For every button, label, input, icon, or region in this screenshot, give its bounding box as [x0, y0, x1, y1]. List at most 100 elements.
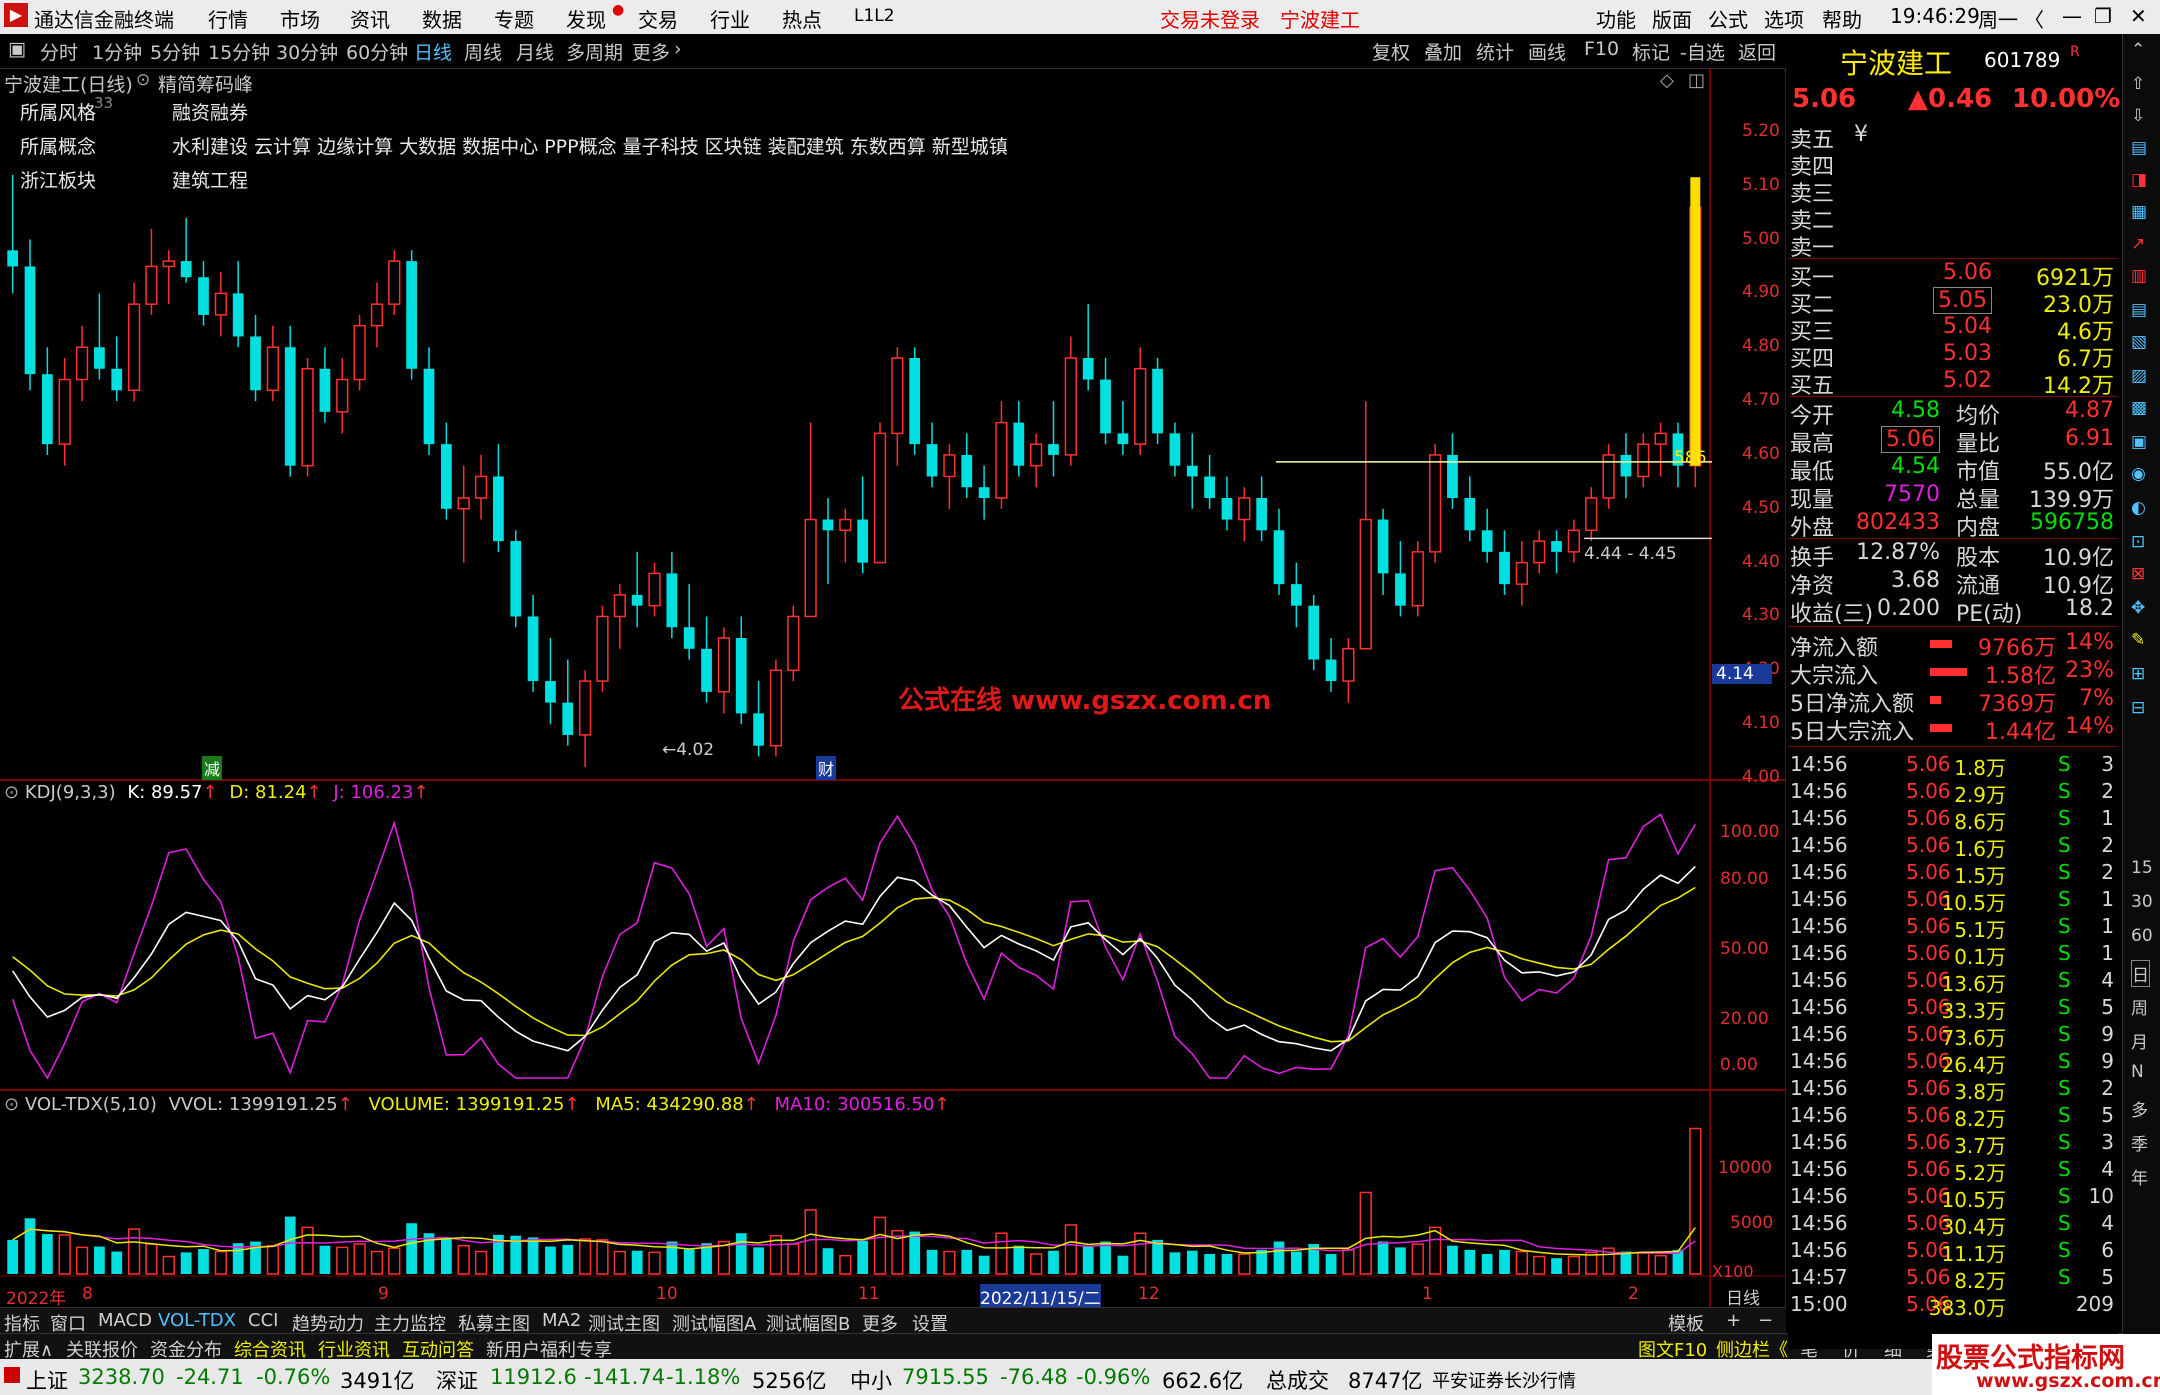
menu-item[interactable]: 交易: [638, 4, 678, 33]
tick-row[interactable]: 14:56 5.06 26.4万 S 9: [1788, 1049, 2118, 1077]
event-marker[interactable]: 减: [202, 756, 223, 780]
menu-item[interactable]: L1L2: [854, 6, 895, 26]
tick-row[interactable]: 14:56 5.06 10.5万 S 10: [1788, 1184, 2118, 1212]
index-name[interactable]: 中小: [850, 1365, 892, 1395]
indicator-tab[interactable]: VOL-TDX: [158, 1310, 236, 1331]
tool-icon[interactable]: ⊡: [2131, 532, 2145, 552]
tool-button[interactable]: 返回: [1738, 38, 1776, 65]
tool-icon[interactable]: ▤: [2131, 138, 2147, 158]
period-shortcut[interactable]: 30: [2131, 892, 2153, 912]
tick-row[interactable]: 14:56 5.06 1.8万 S 3: [1788, 752, 2118, 780]
tick-row[interactable]: 14:56 5.06 13.6万 S 4: [1788, 968, 2118, 996]
menu-item[interactable]: 市场: [280, 4, 320, 33]
tool-button[interactable]: 画线: [1528, 38, 1566, 65]
period-tab[interactable]: 多周期: [566, 38, 623, 65]
indicator-tab[interactable]: CCI: [248, 1310, 278, 1331]
tick-row[interactable]: 14:56 5.06 3.7万 S 3: [1788, 1130, 2118, 1158]
index-name[interactable]: 上证: [26, 1365, 68, 1395]
expand-icon[interactable]: ⌃: [2131, 40, 2145, 60]
menu-item[interactable]: 资讯: [350, 4, 390, 33]
tool-icon[interactable]: ⊞: [2131, 664, 2145, 684]
menu-item[interactable]: 公式: [1708, 4, 1748, 33]
tool-button[interactable]: 复权: [1372, 38, 1410, 65]
tick-row[interactable]: 15:00 5.06 383.0万 209: [1788, 1292, 2118, 1320]
ask-row[interactable]: 卖一: [1788, 230, 2118, 261]
circle-icon[interactable]: ⊙: [4, 782, 19, 803]
tool-icon[interactable]: ✥: [2131, 598, 2145, 618]
trade-status[interactable]: 交易未登录: [1160, 4, 1260, 33]
period-tab[interactable]: 30分钟: [276, 38, 338, 65]
chevron-right-icon[interactable]: ›: [674, 38, 682, 60]
broker-name[interactable]: 平安证券长沙行情: [1432, 1367, 1576, 1393]
zoom-in-icon[interactable]: +: [1726, 1310, 1741, 1331]
menu-item[interactable]: 行情: [208, 4, 248, 33]
tick-row[interactable]: 14:56 5.06 10.5万 S 1: [1788, 887, 2118, 915]
stat-row[interactable]: 换手 12.87% 股本 10.9亿: [1788, 540, 2118, 571]
tick-row[interactable]: 14:56 5.06 8.2万 S 5: [1788, 1103, 2118, 1131]
indicator-tab[interactable]: MACD: [98, 1310, 152, 1331]
tool-icon[interactable]: ▥: [2131, 266, 2147, 286]
tick-row[interactable]: 14:56 5.06 1.6万 S 2: [1788, 833, 2118, 861]
tool-button[interactable]: 叠加: [1424, 38, 1462, 65]
tick-row[interactable]: 14:56 5.06 3.8万 S 2: [1788, 1076, 2118, 1104]
period-shortcut[interactable]: 日: [2131, 960, 2150, 987]
period-shortcut[interactable]: 年: [2131, 1164, 2148, 1189]
tool-icon[interactable]: ◐: [2131, 498, 2146, 518]
event-marker[interactable]: 财: [816, 756, 837, 780]
layout-icon[interactable]: ▣: [8, 38, 26, 60]
tool-icon[interactable]: ▤: [2131, 300, 2147, 320]
tool-icon[interactable]: ⊠: [2131, 564, 2145, 584]
period-tab[interactable]: 月线: [516, 38, 554, 65]
menu-item[interactable]: 帮助: [1822, 4, 1862, 33]
tool-button[interactable]: -自选: [1680, 38, 1725, 65]
menu-item[interactable]: 热点: [782, 4, 822, 33]
ask-row[interactable]: 卖五 ¥: [1788, 122, 2118, 153]
tool-button[interactable]: F10: [1584, 38, 1619, 60]
period-tab[interactable]: 1分钟: [92, 38, 142, 65]
tool-button[interactable]: 标记: [1632, 38, 1670, 65]
menu-item[interactable]: 版面: [1652, 4, 1692, 33]
ask-row[interactable]: 卖四: [1788, 149, 2118, 180]
up-icon[interactable]: ⇧: [2131, 74, 2145, 94]
tool-icon[interactable]: ◨: [2131, 170, 2147, 190]
period-shortcut[interactable]: 多: [2131, 1096, 2148, 1121]
period-tab[interactable]: 15分钟: [208, 38, 270, 65]
bid-row[interactable]: 买五 5.02 14.2万: [1788, 368, 2118, 399]
tick-row[interactable]: 14:56 5.06 73.6万 S 9: [1788, 1022, 2118, 1050]
stat-row[interactable]: 最低 4.54 市值 55.0亿: [1788, 454, 2118, 485]
tick-row[interactable]: 14:56 5.06 30.4万 S 4: [1788, 1211, 2118, 1239]
ask-row[interactable]: 卖二: [1788, 203, 2118, 234]
stat-row[interactable]: 净资 3.68 流通 10.9亿: [1788, 568, 2118, 599]
price-chart[interactable]: [0, 68, 1786, 1311]
tool-icon[interactable]: ▧: [2131, 332, 2147, 352]
tool-icon[interactable]: ⊟: [2131, 698, 2145, 718]
menu-item[interactable]: 行业: [710, 4, 750, 33]
bid-row[interactable]: 买三 5.04 4.6万: [1788, 314, 2118, 345]
tick-row[interactable]: 14:56 5.06 0.1万 S 1: [1788, 941, 2118, 969]
tick-row[interactable]: 14:56 5.06 2.9万 S 2: [1788, 779, 2118, 807]
tool-icon[interactable]: ▩: [2131, 398, 2147, 418]
tool-icon[interactable]: ▨: [2131, 366, 2147, 386]
restore-icon[interactable]: ❐: [2094, 4, 2112, 28]
tick-row[interactable]: 14:56 5.06 5.1万 S 1: [1788, 914, 2118, 942]
period-tab[interactable]: 更多: [632, 38, 670, 65]
menu-item[interactable]: 功能: [1596, 4, 1636, 33]
stat-row[interactable]: 今开 4.58 均价 4.87: [1788, 398, 2118, 429]
chart-icon[interactable]: ↗: [2131, 234, 2145, 254]
bid-row[interactable]: 买一 5.06 6921万: [1788, 260, 2118, 291]
index-name[interactable]: 深证: [436, 1365, 478, 1395]
stat-row[interactable]: 最高 5.06 量比 6.91: [1788, 426, 2118, 457]
tick-row[interactable]: 14:56 5.06 1.5万 S 2: [1788, 860, 2118, 888]
tool-icon[interactable]: ◉: [2131, 464, 2146, 484]
tick-row[interactable]: 14:56 5.06 8.6万 S 1: [1788, 806, 2118, 834]
period-tab[interactable]: 分时: [40, 38, 78, 65]
minimize-icon[interactable]: —: [2062, 4, 2082, 28]
tool-icon[interactable]: ▦: [2131, 202, 2147, 222]
tick-row[interactable]: 14:56 5.06 5.2万 S 4: [1788, 1157, 2118, 1185]
stat-row[interactable]: 收益(三) 0.200 PE(动) 18.2: [1788, 596, 2118, 627]
close-icon[interactable]: ✕: [2130, 4, 2147, 28]
flow-row[interactable]: 5日大宗流入 1.44亿 14%: [1788, 714, 2118, 745]
tick-row[interactable]: 14:57 5.06 8.2万 S 5: [1788, 1265, 2118, 1293]
ask-row[interactable]: 卖三: [1788, 176, 2118, 207]
period-tab[interactable]: 周线: [464, 38, 502, 65]
